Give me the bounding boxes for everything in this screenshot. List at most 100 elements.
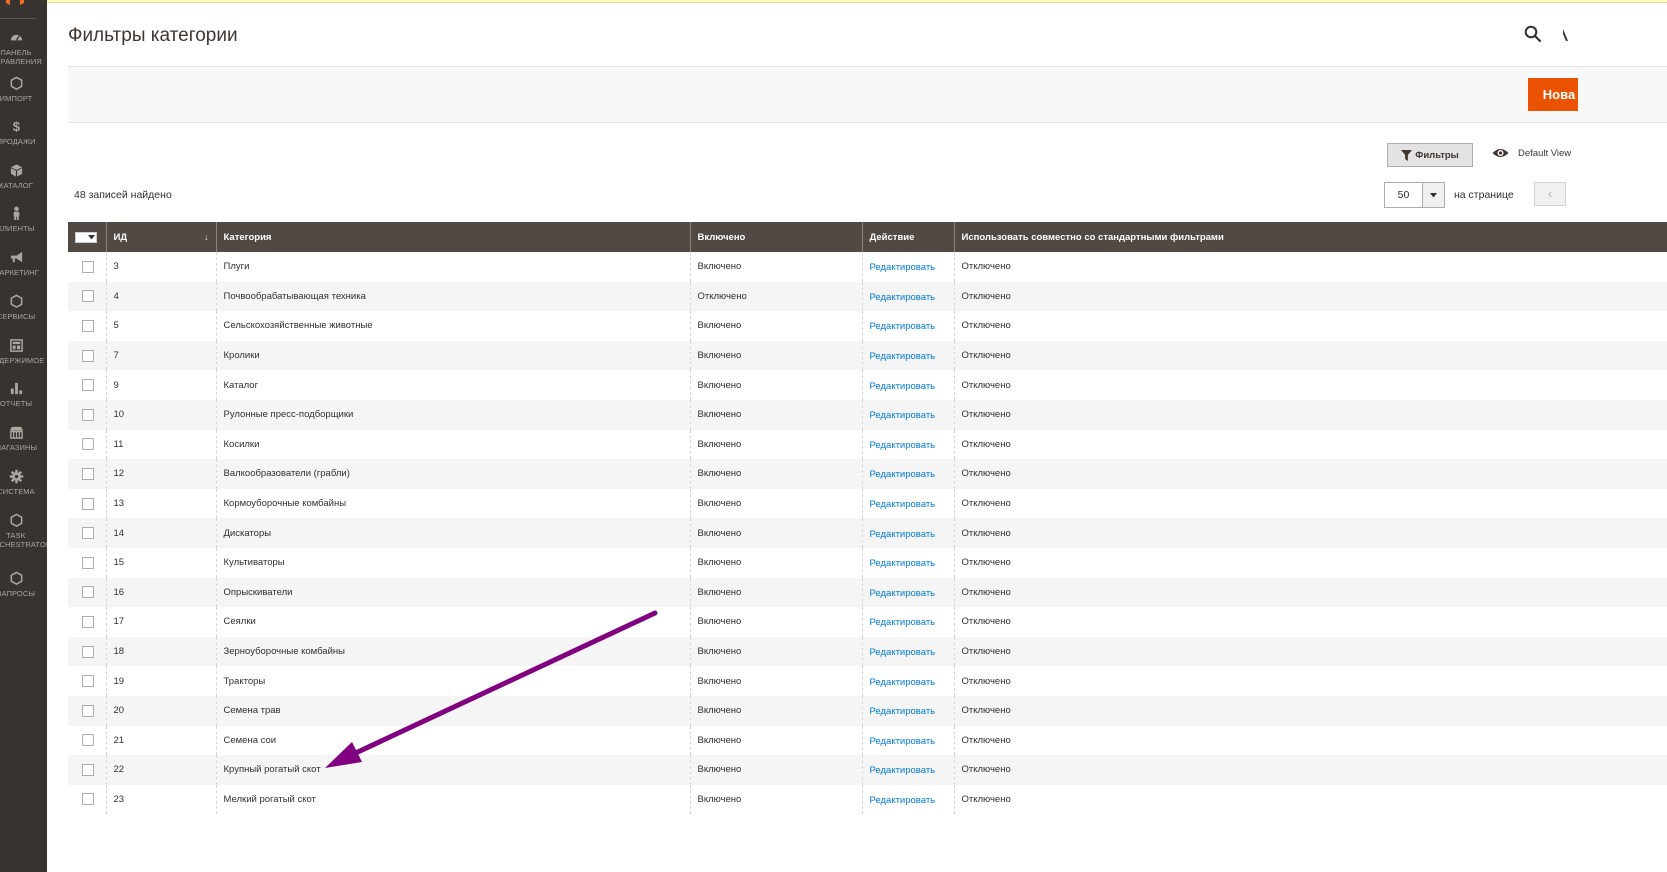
sidebar-item[interactable]: ЗАПРОСЫ [0, 571, 44, 599]
sidebar-item-label: TASK ORCHESTRATOR [0, 531, 47, 549]
hexagon-icon [0, 294, 44, 310]
sidebar-item[interactable]: МАГАЗИНЫ [0, 425, 44, 453]
sidebar-item[interactable]: TASK ORCHESTRATOR [0, 513, 47, 549]
sidebar-item[interactable]: МАРКЕТИНГ [0, 250, 44, 278]
edit-link[interactable]: Редактировать [870, 408, 936, 421]
row-checkbox[interactable] [82, 497, 94, 510]
mass-select-checkbox[interactable] [75, 231, 97, 243]
checkbox[interactable] [68, 547, 106, 578]
checkbox[interactable] [68, 459, 106, 489]
checkbox[interactable] [68, 429, 106, 460]
edit-link[interactable]: Редактировать [870, 615, 936, 628]
row-checkbox[interactable] [82, 615, 94, 628]
checkbox[interactable] [68, 784, 106, 815]
edit-link[interactable]: Редактировать [870, 556, 936, 569]
sidebar-item[interactable]: ИМПОРТ [0, 76, 44, 104]
checkbox[interactable] [68, 725, 106, 756]
checkbox[interactable] [68, 518, 106, 548]
sidebar-item[interactable]: ПАНЕЛЬ УПРАВЛЕНИЯ [0, 30, 44, 66]
edit-link[interactable]: Редактировать [870, 763, 936, 776]
previous-page-button[interactable]: ‹ [1534, 182, 1566, 206]
cell-enabled: Включено [689, 666, 862, 696]
checkbox[interactable] [68, 636, 106, 667]
row-checkbox[interactable] [82, 438, 94, 451]
edit-link[interactable]: Редактировать [870, 438, 936, 451]
user-account-icon[interactable] [1560, 25, 1568, 43]
add-new-filter-button[interactable]: Нова [1528, 78, 1578, 111]
column-header-label: Включено [697, 231, 746, 243]
sidebar-item-label: ЗАПРОСЫ [0, 589, 36, 598]
cell-action: Редактировать [861, 459, 954, 489]
checkbox[interactable] [68, 755, 106, 785]
row-checkbox[interactable] [82, 675, 94, 688]
edit-link[interactable]: Редактировать [870, 675, 936, 688]
sidebar-item-label: ПРОДАЖИ [0, 137, 36, 146]
cell-enabled: Включено [689, 459, 862, 489]
row-checkbox[interactable] [82, 467, 94, 480]
checkbox[interactable] [68, 607, 106, 637]
row-checkbox[interactable] [82, 319, 94, 332]
row-checkbox[interactable] [82, 379, 94, 392]
row-checkbox[interactable] [82, 763, 94, 776]
sidebar-item[interactable]: КЛИЕНТЫ [0, 206, 44, 234]
edit-link[interactable]: Редактировать [870, 290, 936, 303]
checkbox[interactable] [68, 370, 106, 400]
mass-action-header[interactable] [68, 222, 106, 252]
checkbox[interactable] [68, 666, 106, 696]
checkbox[interactable] [68, 252, 106, 282]
cell-id: 12 [105, 459, 216, 489]
edit-link[interactable]: Редактировать [870, 586, 936, 599]
edit-link[interactable]: Редактировать [870, 319, 936, 332]
sidebar-item[interactable]: СЕРВИСЫ [0, 294, 44, 322]
edit-link[interactable]: Редактировать [870, 527, 936, 540]
search-icon[interactable] [1524, 25, 1542, 43]
edit-link[interactable]: Редактировать [870, 793, 936, 806]
checkbox[interactable] [68, 695, 106, 726]
row-checkbox[interactable] [82, 349, 94, 362]
cell-enabled: Включено [689, 340, 862, 371]
edit-link[interactable]: Редактировать [870, 704, 936, 717]
column-header-id[interactable]: ИД ↓ [105, 222, 216, 252]
edit-link[interactable]: Редактировать [870, 349, 936, 362]
row-checkbox[interactable] [82, 734, 94, 747]
row-checkbox[interactable] [82, 260, 94, 273]
edit-link[interactable]: Редактировать [870, 260, 936, 273]
row-checkbox[interactable] [82, 704, 94, 717]
sidebar-item-label: МАРКЕТИНГ [0, 268, 39, 277]
sidebar-item[interactable]: $ ПРОДАЖИ [0, 119, 44, 147]
cell-category: Семена трав [215, 695, 690, 726]
checkbox[interactable] [68, 340, 106, 371]
checkbox[interactable] [68, 311, 106, 341]
edit-link[interactable]: Редактировать [870, 379, 936, 392]
row-checkbox[interactable] [82, 586, 94, 599]
per-page-select[interactable]: 50 [1384, 182, 1445, 208]
row-checkbox[interactable] [82, 556, 94, 569]
checkbox[interactable] [68, 488, 106, 519]
row-checkbox[interactable] [82, 408, 94, 421]
filters-button[interactable]: Фильтры [1387, 143, 1473, 167]
row-checkbox[interactable] [82, 793, 94, 806]
column-header-enabled[interactable]: Включено [689, 222, 862, 252]
table-row: 7 Кролики Включено Редактировать Отключено [68, 340, 1667, 371]
checkbox[interactable] [68, 399, 106, 430]
row-checkbox[interactable] [82, 290, 94, 303]
column-header-shared[interactable]: Использовать совместно со стандартными ф… [953, 222, 1667, 252]
edit-link[interactable]: Редактировать [870, 497, 936, 510]
edit-link[interactable]: Редактировать [870, 734, 936, 747]
column-header-category[interactable]: Категория [215, 222, 690, 252]
sidebar-item[interactable]: СИСТЕМА [0, 469, 44, 497]
per-page-toggle[interactable] [1422, 183, 1444, 207]
sidebar-item[interactable]: СОДЕРЖИМОЕ [0, 338, 44, 366]
checkbox[interactable] [68, 281, 106, 312]
row-checkbox[interactable] [82, 527, 94, 540]
eye-icon [1492, 149, 1509, 157]
sidebar-item[interactable]: КАТАЛОГ [0, 163, 44, 191]
row-checkbox[interactable] [82, 645, 94, 658]
checkbox[interactable] [68, 577, 106, 608]
magento-logo-icon[interactable] [4, 0, 26, 8]
edit-link[interactable]: Редактировать [870, 645, 936, 658]
view-switcher[interactable]: Default View [1492, 147, 1571, 159]
sidebar-item[interactable]: ОТЧЕТЫ [0, 381, 44, 409]
edit-link[interactable]: Редактировать [870, 467, 936, 480]
cell-shared: Отключено [953, 399, 1667, 430]
